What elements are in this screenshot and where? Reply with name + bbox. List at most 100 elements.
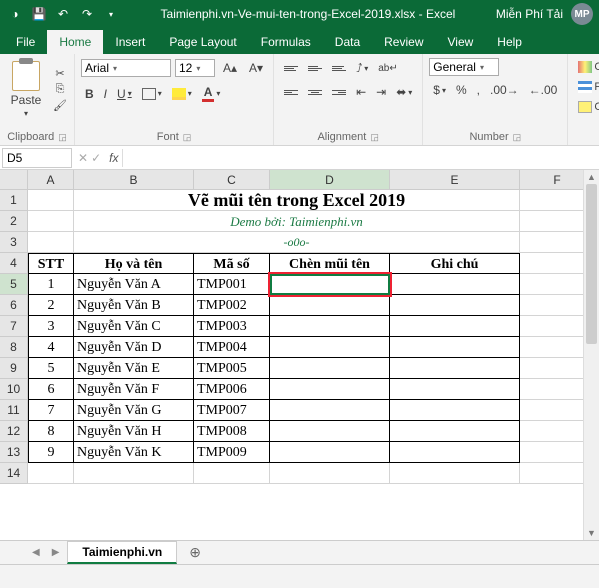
- autosave-icon[interactable]: ◑: [6, 5, 24, 23]
- cell-note[interactable]: [390, 421, 520, 442]
- cell-stt[interactable]: 6: [28, 379, 74, 400]
- cell-note[interactable]: [390, 358, 520, 379]
- cell-code[interactable]: TMP003: [194, 316, 270, 337]
- align-bottom-button[interactable]: [328, 63, 350, 74]
- cell-name[interactable]: Nguyễn Văn F: [74, 379, 194, 400]
- align-left-button[interactable]: [280, 87, 302, 98]
- row-header-2[interactable]: 2: [0, 211, 28, 232]
- cell-name[interactable]: Nguyễn Văn E: [74, 358, 194, 379]
- tab-home[interactable]: Home: [47, 30, 103, 54]
- cell-name[interactable]: Nguyễn Văn C: [74, 316, 194, 337]
- cell-styles-button[interactable]: Cell Styles▾: [574, 98, 599, 116]
- cut-button[interactable]: ✂: [52, 67, 68, 81]
- orientation-button[interactable]: ⭜▾: [352, 58, 372, 78]
- scroll-up-icon[interactable]: ▲: [584, 170, 599, 184]
- row-header-4[interactable]: 4: [0, 253, 28, 274]
- align-top-button[interactable]: [280, 63, 302, 74]
- hdr-name[interactable]: Họ và tên: [74, 253, 194, 274]
- cell-arrow[interactable]: [270, 421, 390, 442]
- formula-input[interactable]: [122, 149, 599, 167]
- cell-stt[interactable]: 8: [28, 421, 74, 442]
- accounting-button[interactable]: $▾: [429, 80, 450, 100]
- cell-stt[interactable]: 5: [28, 358, 74, 379]
- font-name-select[interactable]: Arial▾: [81, 59, 171, 77]
- col-header-B[interactable]: B: [74, 170, 194, 189]
- merge-center-button[interactable]: ⬌▾: [392, 82, 416, 102]
- align-middle-button[interactable]: [304, 63, 326, 74]
- cell-name[interactable]: Nguyễn Văn A: [74, 274, 194, 295]
- comma-button[interactable]: ,: [473, 80, 484, 100]
- row-header-6[interactable]: 6: [0, 295, 28, 316]
- hdr-note[interactable]: Ghi chú: [390, 253, 520, 274]
- scroll-thumb[interactable]: [586, 184, 597, 344]
- cell-name[interactable]: Nguyễn Văn B: [74, 295, 194, 316]
- row-header-13[interactable]: 13: [0, 442, 28, 463]
- increase-indent-button[interactable]: ⇥: [372, 82, 390, 102]
- tab-data[interactable]: Data: [323, 30, 372, 54]
- format-painter-button[interactable]: 🖌: [52, 99, 68, 113]
- row-header-12[interactable]: 12: [0, 421, 28, 442]
- cell-note[interactable]: [390, 337, 520, 358]
- col-header-C[interactable]: C: [194, 170, 270, 189]
- account-name[interactable]: Miễn Phí Tải: [496, 7, 563, 21]
- cell-arrow[interactable]: [270, 358, 390, 379]
- col-header-A[interactable]: A: [28, 170, 74, 189]
- col-header-D[interactable]: D: [270, 170, 390, 189]
- cell-code[interactable]: TMP004: [194, 337, 270, 358]
- sheet-title[interactable]: Vẽ mũi tên trong Excel 2019: [74, 190, 520, 211]
- sheet-ooo[interactable]: -o0o-: [74, 232, 520, 253]
- increase-decimal-button[interactable]: .00→: [486, 80, 523, 100]
- number-format-select[interactable]: General▾: [429, 58, 499, 76]
- percent-button[interactable]: %: [452, 80, 471, 100]
- cell-stt[interactable]: 3: [28, 316, 74, 337]
- hdr-stt[interactable]: STT: [28, 253, 74, 274]
- cancel-formula-icon[interactable]: ✕: [78, 151, 88, 165]
- decrease-indent-button[interactable]: ⇤: [352, 82, 370, 102]
- row-header-14[interactable]: 14: [0, 463, 28, 484]
- align-center-button[interactable]: [304, 87, 326, 98]
- row-header-1[interactable]: 1: [0, 190, 28, 211]
- hdr-arrow[interactable]: Chèn mũi tên: [270, 253, 390, 274]
- cell-stt[interactable]: 9: [28, 442, 74, 463]
- increase-font-button[interactable]: A▴: [219, 58, 241, 78]
- cell-note[interactable]: [390, 379, 520, 400]
- copy-button[interactable]: ⎘: [52, 83, 68, 97]
- tab-page-layout[interactable]: Page Layout: [157, 30, 248, 54]
- select-all-corner[interactable]: [0, 170, 28, 189]
- hdr-code[interactable]: Mã số: [194, 253, 270, 274]
- sheet-tab[interactable]: Taimienphi.vn: [67, 541, 177, 564]
- alignment-launcher-icon[interactable]: ◲: [370, 132, 379, 143]
- tab-review[interactable]: Review: [372, 30, 435, 54]
- row-header-5[interactable]: 5: [0, 274, 28, 295]
- cell-code[interactable]: TMP007: [194, 400, 270, 421]
- col-header-E[interactable]: E: [390, 170, 520, 189]
- tab-insert[interactable]: Insert: [103, 30, 157, 54]
- cell-arrow[interactable]: [270, 295, 390, 316]
- cell-name[interactable]: Nguyễn Văn G: [74, 400, 194, 421]
- cell-arrow[interactable]: [270, 337, 390, 358]
- wrap-text-button[interactable]: ab↵: [374, 60, 402, 77]
- row-header-11[interactable]: 11: [0, 400, 28, 421]
- align-right-button[interactable]: [328, 87, 350, 98]
- cell-note[interactable]: [390, 274, 520, 295]
- paste-button[interactable]: Paste ▾: [6, 58, 46, 121]
- clipboard-launcher-icon[interactable]: ◲: [58, 132, 67, 143]
- conditional-formatting-button[interactable]: Conditional Formatt: [574, 58, 599, 76]
- cell-code[interactable]: TMP001: [194, 274, 270, 295]
- grid-area[interactable]: A B C D E F 1 Vẽ mũi tên trong Excel 201…: [0, 170, 599, 484]
- font-size-select[interactable]: 12▾: [175, 59, 215, 77]
- cell-stt[interactable]: 4: [28, 337, 74, 358]
- cell-note[interactable]: [390, 316, 520, 337]
- redo-icon[interactable]: ↷: [78, 5, 96, 23]
- qat-customize-icon[interactable]: ▾: [102, 5, 120, 23]
- row-header-3[interactable]: 3: [0, 232, 28, 253]
- cell-arrow[interactable]: [270, 442, 390, 463]
- fx-icon[interactable]: fx: [105, 151, 122, 165]
- sheet-demo[interactable]: Demo bởi: Taimienphi.vn: [74, 211, 520, 232]
- row-header-7[interactable]: 7: [0, 316, 28, 337]
- sheet-nav-next-icon[interactable]: ▶: [48, 547, 64, 558]
- cell-note[interactable]: [390, 442, 520, 463]
- sheet-nav-prev-icon[interactable]: ◀: [28, 547, 44, 558]
- cell-note[interactable]: [390, 295, 520, 316]
- cell-arrow[interactable]: [270, 316, 390, 337]
